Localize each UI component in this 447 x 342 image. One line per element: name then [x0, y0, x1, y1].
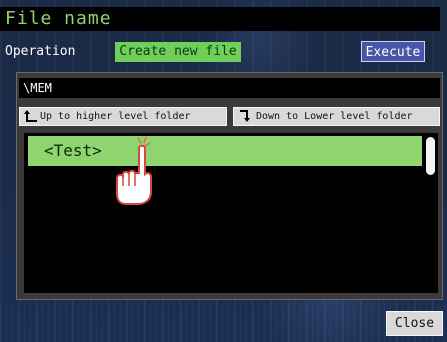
scrollbar-thumb[interactable] — [426, 137, 435, 175]
up-folder-label: Up to higher level folder — [40, 111, 191, 122]
down-arrow-icon — [240, 110, 250, 122]
up-arrow-icon — [24, 110, 37, 122]
operation-label: Operation — [5, 44, 76, 59]
down-folder-button[interactable]: Down to Lower level folder — [233, 107, 440, 126]
page-title: File name — [5, 8, 112, 29]
down-folder-label: Down to Lower level folder — [256, 111, 413, 122]
list-item[interactable]: <Test> — [28, 136, 422, 166]
pointing-hand-icon — [116, 136, 152, 205]
operation-select[interactable]: Create new file — [115, 42, 241, 62]
list-item-label: <Test> — [44, 141, 102, 160]
execute-button[interactable]: Execute — [361, 41, 425, 62]
close-button[interactable]: Close — [386, 311, 443, 336]
current-path: \MEM — [19, 78, 440, 98]
bottom-decoration — [0, 302, 447, 342]
up-folder-button[interactable]: Up to higher level folder — [19, 107, 227, 126]
